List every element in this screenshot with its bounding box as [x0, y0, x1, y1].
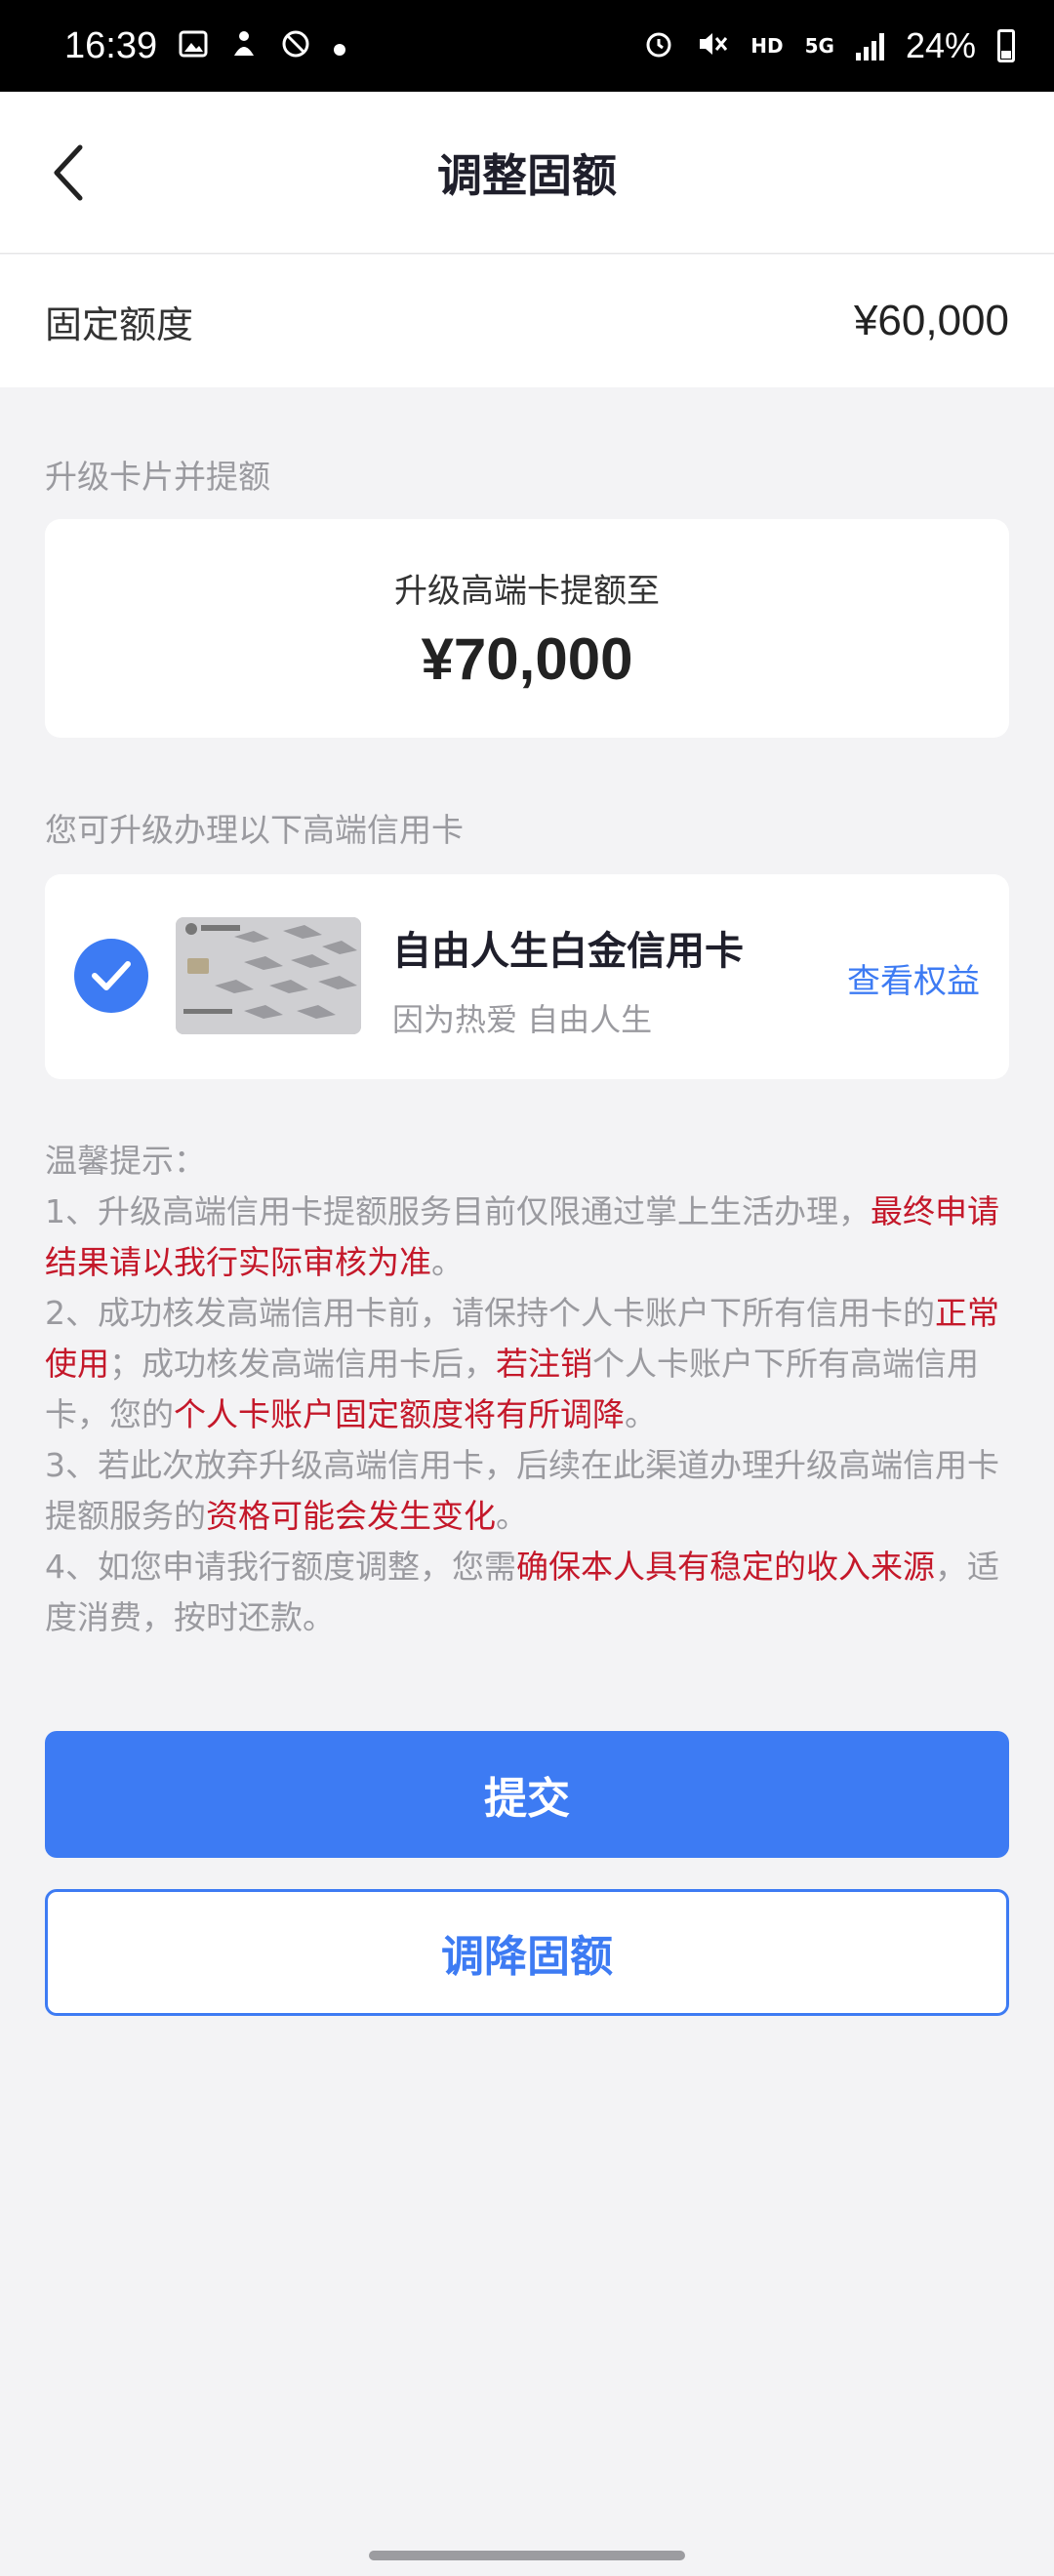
network-type-label: 5G	[804, 34, 834, 58]
home-indicator[interactable]	[369, 2551, 685, 2560]
tip-text: 。	[496, 1497, 528, 1535]
upgrade-card: 升级高端卡提额至 ¥70,000	[45, 519, 1009, 738]
alarm-icon	[643, 28, 674, 64]
notification-icon	[229, 28, 259, 64]
nav-bar: 调整固额	[0, 92, 1054, 254]
card-slogan: 因为热爱 自由人生	[392, 1001, 653, 1038]
submit-button[interactable]: 提交	[45, 1731, 1009, 1858]
tip-item-2: 2、成功核发高端信用卡前，请保持个人卡账户下所有信用卡的正常使用；成功核发高端信…	[45, 1288, 1011, 1440]
tip-text: 2、成功核发高端信用卡前，请保持个人卡账户下所有信用卡的	[45, 1294, 935, 1332]
tip-text: ；成功核发高端信用卡后，	[109, 1345, 496, 1383]
dot-icon	[333, 30, 346, 61]
back-button[interactable]	[39, 139, 98, 207]
fixed-limit-row: 固定额度 ¥60,000	[0, 255, 1054, 387]
tip-highlight: 个人卡账户固定额度将有所调降	[174, 1395, 625, 1433]
view-benefits-link[interactable]: 查看权益	[847, 954, 980, 1002]
checkmark-icon[interactable]	[74, 939, 148, 1013]
blocked-icon	[280, 28, 311, 64]
tip-text: 。	[625, 1395, 657, 1433]
tip-highlight: 若注销	[496, 1345, 592, 1383]
tip-text: 。	[431, 1243, 464, 1281]
battery-icon	[997, 29, 1015, 62]
tip-text: 4、如您申请我行额度调整，您需	[45, 1548, 516, 1586]
tip-item-4: 4、如您申请我行额度调整，您需确保本人具有稳定的收入来源，适度消费，按时还款。	[45, 1542, 1011, 1643]
chevron-left-icon	[54, 144, 83, 201]
tips-block: 温馨提示： 1、升级高端信用卡提额服务目前仅限通过掌上生活办理，最终申请结果请以…	[45, 1136, 1011, 1643]
upgrade-amount: ¥70,000	[421, 626, 633, 692]
tips-title: 温馨提示：	[45, 1142, 206, 1180]
status-bar-right: HD 5G 24%	[643, 25, 1015, 66]
page-title: 调整固额	[437, 149, 617, 202]
card-name: 自由人生白金信用卡	[392, 929, 744, 974]
status-bar-left: 16:39	[64, 25, 346, 67]
tip-highlight: 确保本人具有稳定的收入来源	[516, 1548, 935, 1586]
tip-item-3: 3、若此次放弃升级高端信用卡，后续在此渠道办理升级高端信用卡提额服务的资格可能会…	[45, 1440, 1011, 1542]
card-section-label: 您可升级办理以下高端信用卡	[45, 811, 464, 849]
credit-card-image	[176, 917, 361, 1034]
battery-percent: 24%	[905, 25, 976, 65]
mute-icon	[696, 28, 729, 64]
upgrade-section-label: 升级卡片并提额	[45, 458, 270, 496]
tip-highlight: 资格可能会发生变化	[206, 1497, 496, 1535]
hd-label: HD	[750, 34, 784, 58]
decrease-limit-button[interactable]: 调降固额	[45, 1889, 1009, 2016]
image-icon	[179, 29, 208, 63]
tip-item-1: 1、升级高端信用卡提额服务目前仅限通过掌上生活办理，最终申请结果请以我行实际审核…	[45, 1187, 1011, 1288]
fixed-limit-value: ¥60,000	[853, 297, 1009, 344]
status-time: 16:39	[64, 24, 158, 66]
credit-card-option[interactable]: 自由人生白金信用卡 因为热爱 自由人生 查看权益	[45, 874, 1009, 1079]
upgrade-card-text: 升级高端卡提额至	[394, 572, 660, 611]
status-bar: 16:39 HD 5G 24%	[0, 0, 1054, 92]
signal-icon	[855, 31, 884, 60]
fixed-limit-label: 固定额度	[45, 302, 194, 346]
tip-text: 1、升级高端信用卡提额服务目前仅限通过掌上生活办理，	[45, 1192, 871, 1230]
